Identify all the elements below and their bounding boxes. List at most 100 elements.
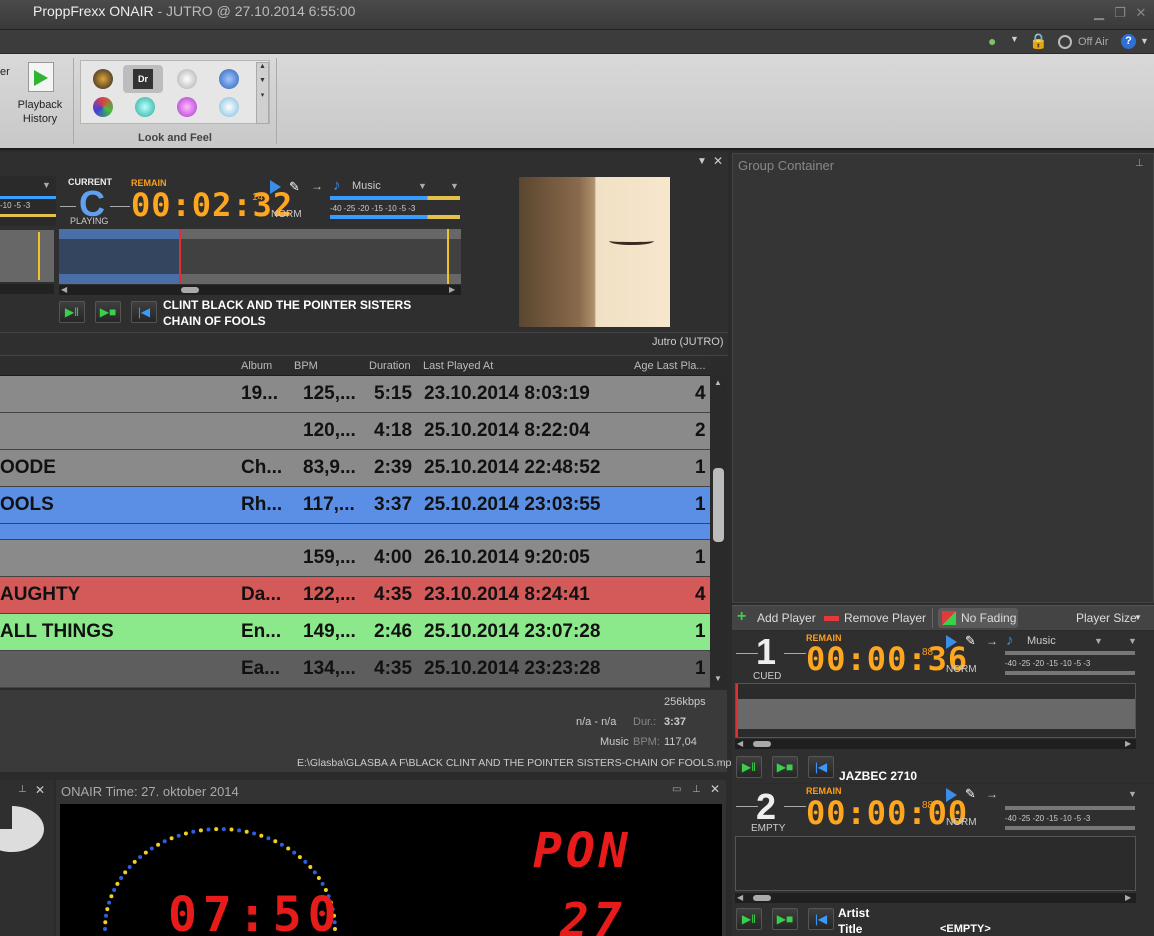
remove-player-button[interactable]: Remove Player (844, 611, 926, 625)
p1-edit-icon[interactable]: ✎ (965, 633, 976, 649)
mini-close-icon[interactable]: ✕ (35, 783, 45, 797)
table-row[interactable]: 19... 125,... 5:15 23.10.2014 8:03:19 4 (0, 376, 710, 413)
p2-waveform[interactable] (735, 836, 1136, 891)
p2-play-mode-icon[interactable] (946, 788, 957, 802)
mini-pin-icon[interactable]: ⊥ (18, 784, 27, 795)
side-scrollbar[interactable] (0, 284, 54, 294)
lock-icon[interactable]: 🔒 (1029, 32, 1048, 50)
add-player-button[interactable]: Add Player (757, 611, 816, 625)
skin-purple-icon[interactable] (177, 97, 197, 117)
table-row[interactable]: 120,... 4:18 25.10.2014 8:22:04 2 (0, 413, 710, 450)
p1-waveform[interactable] (735, 683, 1136, 738)
col-album[interactable]: Album (241, 360, 272, 372)
p2-scroll-right-icon[interactable]: ▶ (1125, 893, 1131, 902)
p1-cat-dropdown-icon[interactable]: ▼ (1094, 636, 1103, 646)
p2-artist-label: Artist (838, 906, 870, 920)
skin-dr-icon[interactable]: Dr (133, 69, 153, 89)
add-icon[interactable]: + (737, 608, 746, 626)
play-mode-icon[interactable] (270, 180, 281, 194)
table-row[interactable]: ALL THINGS En... 149,... 2:46 25.10.2014 23:… (0, 614, 710, 651)
meter-dropdown-icon[interactable]: ▼ (450, 181, 459, 191)
p1-rewind-button[interactable]: |◀ (808, 756, 834, 778)
play-stop-button[interactable]: ▶■ (95, 301, 121, 323)
p1-category: Music (1027, 635, 1056, 647)
user-icon[interactable]: ● (988, 33, 996, 49)
power-icon[interactable] (1058, 35, 1072, 49)
clock-close-icon[interactable]: ✕ (710, 782, 720, 796)
category-dropdown-icon[interactable]: ▼ (418, 181, 427, 191)
clock-pin-icon[interactable]: ⊥ (692, 784, 701, 795)
close-window-icon[interactable]: ✕ (1133, 6, 1149, 20)
player-size-dropdown-icon[interactable]: ▼ (1134, 613, 1142, 622)
clock-minimize-icon[interactable]: ▭ (672, 784, 681, 795)
col-duration[interactable]: Duration (369, 360, 411, 372)
p2-play-pause-button[interactable]: ▶‖ (736, 908, 762, 930)
player-size-button[interactable]: Player Size (1076, 611, 1137, 625)
row-last-played: 25.10.2014 23:03:55 (424, 494, 601, 515)
badge-line-right (110, 206, 130, 207)
fading-icon[interactable] (942, 611, 956, 625)
p2-scroll-left-icon[interactable]: ◀ (737, 893, 743, 902)
off-air-button[interactable]: Off Air (1078, 36, 1108, 48)
edit-icon[interactable]: ✎ (289, 179, 300, 195)
table-scrollbar[interactable]: ▲ ▼ (710, 376, 727, 687)
p2-edit-icon[interactable]: ✎ (965, 786, 976, 802)
side-dropdown-icon[interactable]: ▼ (42, 180, 51, 190)
col-bpm[interactable]: BPM (294, 360, 318, 372)
user-dropdown-icon[interactable]: ▼ (1010, 34, 1019, 44)
skin-blue-star-icon[interactable] (219, 69, 239, 89)
clock-dot (312, 870, 317, 875)
panel-menu-icon[interactable]: ▼ (697, 156, 707, 167)
playback-history-icon[interactable] (28, 62, 54, 92)
p2-scroll-thumb[interactable] (753, 895, 771, 901)
table-row[interactable]: 159,... 4:00 26.10.2014 9:20:05 1 (0, 540, 710, 577)
row-age: 1 (695, 658, 706, 679)
p2-meter-dropdown-icon[interactable]: ▼ (1128, 789, 1137, 799)
p1-scrollbar[interactable]: ◀ ▶ (735, 739, 1136, 749)
rewind-button[interactable]: |◀ (131, 301, 157, 323)
p2-play-stop-button[interactable]: ▶■ (772, 908, 798, 930)
playback-history-label-2[interactable]: History (10, 113, 70, 125)
gallery-scroll[interactable]: ▲ ▼ ▾ (256, 62, 269, 124)
restore-icon[interactable]: ❐ (1112, 6, 1128, 20)
playback-history-label[interactable]: Playback (10, 99, 70, 111)
scroll-right-icon[interactable]: ▶ (449, 285, 455, 294)
col-last-played[interactable]: Last Played At (423, 360, 493, 372)
waveform-scrollbar[interactable]: ◀ ▶ (59, 285, 461, 295)
skin-dark-icon[interactable] (93, 69, 113, 89)
pin-icon[interactable]: ⊥ (1135, 158, 1144, 169)
scroll-left-icon[interactable]: ◀ (61, 285, 67, 294)
play-pause-button[interactable]: ▶‖ (59, 301, 85, 323)
p2-scrollbar[interactable]: ◀ ▶ (735, 893, 1136, 903)
p1-play-mode-icon[interactable] (946, 635, 957, 649)
table-row[interactable]: OOLS Rh... 117,... 3:37 25.10.2014 23:03:55 1 (0, 487, 710, 524)
p1-scroll-left-icon[interactable]: ◀ (737, 739, 743, 748)
p1-scroll-right-icon[interactable]: ▶ (1125, 739, 1131, 748)
no-fading-button[interactable]: No Fading (961, 611, 1016, 625)
scroll-thumb[interactable] (181, 287, 199, 293)
p1-meter-dropdown-icon[interactable]: ▼ (1128, 636, 1137, 646)
p1-scroll-thumb[interactable] (753, 741, 771, 747)
table-scroll-down-icon[interactable]: ▼ (714, 674, 722, 683)
help-dropdown-icon[interactable]: ▼ (1140, 36, 1149, 46)
table-scroll-thumb[interactable] (713, 468, 724, 542)
help-icon[interactable]: ? (1121, 34, 1136, 49)
table-row[interactable]: AUGHTY Da... 122,... 4:35 23.10.2014 8:24:41… (0, 577, 710, 614)
panel-close-icon[interactable]: ✕ (713, 154, 723, 168)
p1-play-pause-button[interactable]: ▶‖ (736, 756, 762, 778)
skin-lightblue-icon[interactable] (219, 97, 239, 117)
main-waveform[interactable] (59, 229, 461, 284)
p1-play-stop-button[interactable]: ▶■ (772, 756, 798, 778)
p2-rewind-button[interactable]: |◀ (808, 908, 834, 930)
row-bpm: 120,... (303, 420, 356, 441)
skin-color-icon[interactable] (93, 97, 113, 117)
bpm-label: BPM: (633, 736, 660, 748)
skin-teal-icon[interactable] (135, 97, 155, 117)
col-age[interactable]: Age Last Pla... (634, 360, 706, 372)
table-scroll-up-icon[interactable]: ▲ (714, 378, 722, 387)
remove-icon[interactable] (824, 616, 839, 621)
minimize-icon[interactable]: ▁ (1091, 6, 1107, 20)
table-row[interactable]: Ea... 134,... 4:35 25.10.2014 23:23:28 1 (0, 651, 710, 688)
table-row[interactable]: OODE Ch... 83,9... 2:39 25.10.2014 22:48:52 1 (0, 450, 710, 487)
skin-white-icon[interactable] (177, 69, 197, 89)
